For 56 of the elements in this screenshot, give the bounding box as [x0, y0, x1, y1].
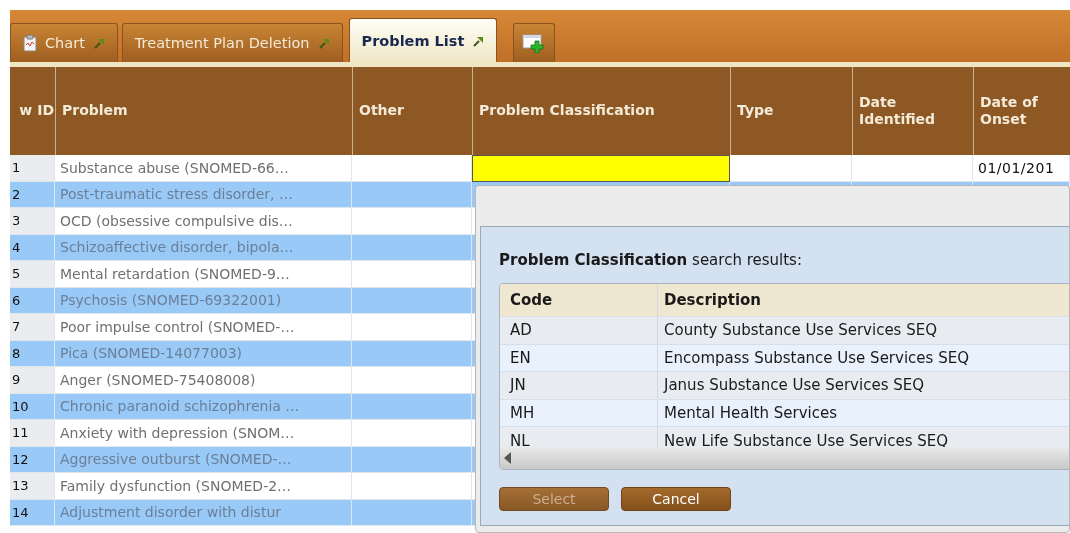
column-header[interactable]: Problem Classification	[472, 67, 730, 155]
add-tab-button[interactable]	[513, 23, 556, 62]
tab[interactable]: Chart	[10, 23, 118, 62]
tab[interactable]: Problem List	[348, 18, 498, 62]
row-id-cell: 12	[10, 446, 55, 473]
dialog-heading: Problem Classification search results:	[499, 251, 803, 269]
table-cell: Mental retardation (SNOMED-9…	[55, 261, 352, 288]
table-cell: Poor impulse control (SNOMED-…	[55, 314, 352, 341]
column-header[interactable]: Type	[730, 67, 852, 155]
table-cell: Adjustment disorder with distur	[55, 499, 352, 526]
row-id-cell: 6	[10, 287, 55, 314]
table-cell: 01/01/201	[973, 155, 1070, 182]
table-cell: Schizoaffective disorder, bipola…	[55, 234, 352, 261]
table-cell: Family dysfunction (SNOMED-2…	[55, 473, 352, 500]
table-cell: Pica (SNOMED-14077003)	[55, 340, 352, 367]
column-header[interactable]: Date Identified	[852, 67, 973, 155]
result-row[interactable]: AD County Substance Use Services SEQ	[500, 317, 1069, 345]
row-id-cell: 2	[10, 181, 55, 208]
column-header[interactable]: Other	[352, 67, 472, 155]
table-cell: Post-traumatic stress disorder, …	[55, 181, 352, 208]
table-cell: Psychosis (SNOMED-69322001)	[55, 287, 352, 314]
column-header[interactable]: w ID	[10, 67, 55, 155]
pin-icon	[472, 34, 485, 47]
column-header[interactable]: Problem	[55, 67, 352, 155]
table-cell: Aggressive outburst (SNOMED-…	[55, 446, 352, 473]
row-id-cell: 14	[10, 499, 55, 526]
table-cell: OCD (obsessive compulsive dis…	[55, 208, 352, 235]
tab[interactable]: Treatment Plan Deletion	[121, 23, 343, 62]
result-row[interactable]: EN Encompass Substance Use Services SEQ	[500, 344, 1069, 372]
row-id-cell: 13	[10, 473, 55, 500]
horizontal-scrollbar[interactable]	[500, 447, 1069, 469]
row-id-cell: 7	[10, 314, 55, 341]
pin-icon	[92, 37, 105, 49]
add-page-icon	[522, 33, 547, 53]
cancel-button[interactable]: Cancel	[621, 487, 731, 511]
pin-icon	[317, 37, 330, 49]
table-cell: Anxiety with depression (SNOM…	[55, 420, 352, 447]
row-id-cell: 8	[10, 340, 55, 367]
row-id-cell: 9	[10, 367, 55, 394]
input-field[interactable]	[472, 155, 730, 182]
row-id-cell: 10	[10, 393, 55, 420]
row-id-cell: 4	[10, 234, 55, 261]
row-id-cell: 3	[10, 208, 55, 235]
row-id-cell: 5	[10, 261, 55, 288]
result-row[interactable]: JN Janus Substance Use Services SEQ	[500, 372, 1069, 400]
row-id-cell: 1	[10, 155, 55, 182]
column-header[interactable]: Date of Onset	[973, 67, 1070, 155]
scroll-left-icon	[503, 451, 513, 465]
table-cell: Chronic paranoid schizophrenia …	[55, 393, 352, 420]
result-row[interactable]: MH Mental Health Services	[500, 399, 1069, 427]
column-header[interactable]: Code	[500, 284, 658, 316]
table-cell: Substance abuse (SNOMED-66…	[55, 155, 352, 182]
clipboard-icon	[23, 34, 37, 52]
row-id-cell: 11	[10, 420, 55, 447]
table-cell: Anger (SNOMED-75408008)	[55, 367, 352, 394]
column-header[interactable]: Description	[658, 284, 1069, 316]
